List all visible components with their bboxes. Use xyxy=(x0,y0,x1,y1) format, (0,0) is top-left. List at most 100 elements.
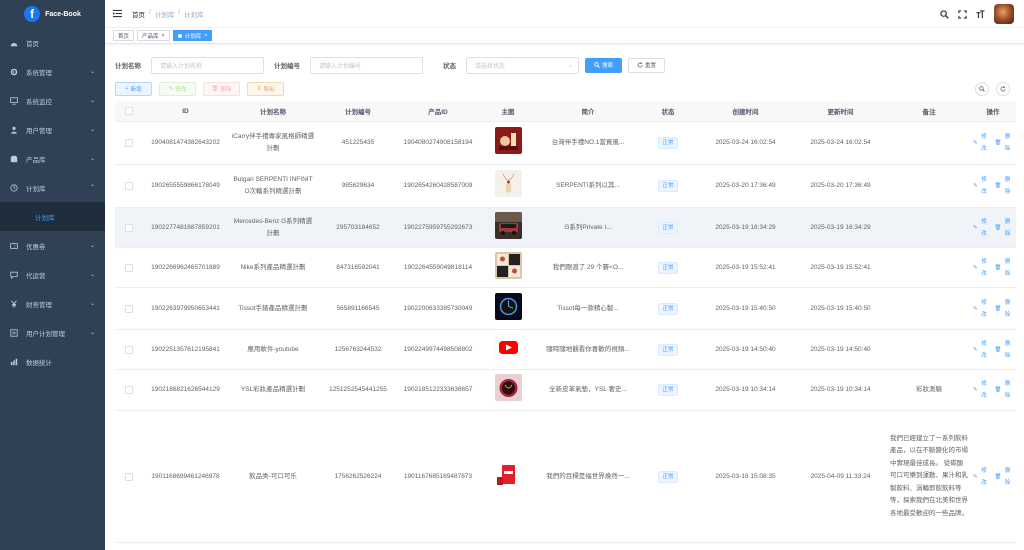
trash-icon: 🗑 xyxy=(994,264,1002,271)
plan-code-input[interactable]: 请输入计划编号 xyxy=(310,56,423,74)
add-button[interactable]: + 新增 xyxy=(115,82,152,96)
avatar[interactable] xyxy=(994,4,1014,24)
cell-main-image xyxy=(478,292,538,325)
product-thumbnail[interactable] xyxy=(481,127,535,159)
sidebar-item-ticket[interactable]: 优惠券 ⌄ xyxy=(0,231,105,260)
delete-button[interactable]: 🗑 删除 xyxy=(203,82,240,96)
select-all-checkbox[interactable] xyxy=(125,107,133,115)
table-row[interactable]: 1902251357612195841 應用軟件-youtube 125676324… xyxy=(115,330,1016,370)
cell-main-image xyxy=(478,211,538,244)
tag-view-item[interactable]: 产品库 × xyxy=(137,30,170,41)
toggle-search-button[interactable] xyxy=(975,82,989,96)
column-header-image[interactable]: 主图 xyxy=(478,106,538,116)
sidebar-item-yen[interactable]: 财务管理 ⌄ xyxy=(0,289,105,318)
cell-updated: 2025-03-19 15:40:50 xyxy=(810,304,871,312)
sidebar-item-monitor[interactable]: 系统监控 ⌄ xyxy=(0,86,105,115)
row-edit-button[interactable]: ✎ 修改 xyxy=(973,465,989,489)
status-select[interactable]: 请选择状态 ⌄ xyxy=(466,56,579,74)
row-delete-button[interactable]: 🗑 删除 xyxy=(994,378,1013,402)
sidebar-subitem-plan-library[interactable]: 计划库 xyxy=(0,202,105,231)
row-edit-button[interactable]: ✎ 修改 xyxy=(973,256,989,280)
search-icon[interactable] xyxy=(940,9,949,19)
product-thumbnail[interactable] xyxy=(481,211,535,244)
product-thumbnail[interactable] xyxy=(481,333,535,366)
product-thumbnail[interactable] xyxy=(481,374,535,406)
sidebar-item-dashboard[interactable]: 首页 xyxy=(0,28,105,57)
font-size-icon[interactable] xyxy=(976,9,985,19)
sidebar-item-clock[interactable]: 计划库 ⌃ xyxy=(0,173,105,202)
cell-intro: Tissot每一款精心製... xyxy=(557,304,619,312)
table-row[interactable]: 1902186821626544129 YSL彩妝產品精選計劃 1251252545… xyxy=(115,370,1016,411)
product-thumbnail[interactable] xyxy=(481,292,535,325)
product-thumbnail[interactable] xyxy=(481,460,535,493)
table-row[interactable]: 1901168699461246978 飲品类-可口可乐 1756262526224… xyxy=(115,411,1016,543)
brand-logo[interactable]: f Face-Book xyxy=(0,0,105,28)
table-row[interactable]: 1902263979950653441 Tissot手錶產品精選計劃 5658911… xyxy=(115,288,1016,330)
hamburger-icon[interactable] xyxy=(113,9,122,18)
edit-button[interactable]: ✎ 修改 xyxy=(159,82,196,96)
tags-view: 首页 产品库 × 计划库 × xyxy=(105,28,1024,44)
cell-remark: 我們已經建立了一系列飲料產品，以在不斷變化的市場中實現最佳成長。 從碳酸可口可樂… xyxy=(890,434,968,517)
cell-main-image xyxy=(478,127,538,159)
refresh-button[interactable] xyxy=(996,82,1010,96)
table-row[interactable]: 1902277481687859201 Mercedes-Benz G系列精選計劃… xyxy=(115,208,1016,248)
product-thumbnail[interactable] xyxy=(481,251,535,284)
row-checkbox[interactable] xyxy=(125,304,133,313)
sidebar-item-user[interactable]: 用户管理 ⌄ xyxy=(0,115,105,144)
row-delete-button[interactable]: 🗑 删除 xyxy=(994,338,1013,362)
sidebar-item-box[interactable]: 产品库 ⌄ xyxy=(0,144,105,173)
column-header-updated[interactable]: 更新时间 xyxy=(793,106,888,116)
column-header-remark[interactable]: 备注 xyxy=(888,106,970,116)
tag-view-item[interactable]: 计划库 × xyxy=(172,30,213,41)
row-delete-button[interactable]: 🗑 删除 xyxy=(994,297,1013,321)
row-edit-button[interactable]: ✎ 修改 xyxy=(973,297,989,321)
row-edit-button[interactable]: ✎ 修改 xyxy=(973,378,989,402)
row-checkbox[interactable] xyxy=(125,345,133,354)
breadcrumb-home[interactable]: 首页 xyxy=(132,9,145,19)
column-header-code[interactable]: 计划编号 xyxy=(318,106,398,116)
row-checkbox[interactable] xyxy=(125,472,133,481)
row-delete-button[interactable]: 🗑 删除 xyxy=(994,174,1013,198)
column-header-created[interactable]: 创建时间 xyxy=(698,106,793,116)
plan-name-input[interactable]: 请输入计划名称 xyxy=(151,56,264,74)
search-button[interactable]: 搜索 xyxy=(585,57,623,73)
row-edit-button[interactable]: ✎ 修改 xyxy=(973,174,989,198)
table-row[interactable]: 1902266962465701889 Nike系列產品精選計劃 847316592… xyxy=(115,248,1016,288)
column-header-intro[interactable]: 简介 xyxy=(538,106,638,116)
column-header-status[interactable]: 状态 xyxy=(638,106,698,116)
row-delete-button[interactable]: 🗑 删除 xyxy=(994,216,1013,240)
row-checkbox[interactable] xyxy=(125,182,133,190)
column-header-name[interactable]: 计划名称 xyxy=(228,106,318,116)
row-edit-button[interactable]: ✎ 修改 xyxy=(973,338,989,362)
export-button[interactable]: ↧ 导出 xyxy=(247,82,284,96)
column-header-id[interactable]: ID xyxy=(143,108,228,115)
fullscreen-icon[interactable] xyxy=(958,9,967,19)
row-delete-button[interactable]: 🗑 删除 xyxy=(994,131,1013,155)
row-checkbox[interactable] xyxy=(125,139,133,147)
column-header-product-id[interactable]: 产品ID xyxy=(398,106,478,116)
row-edit-label: 修改 xyxy=(981,467,987,486)
sidebar-item-people[interactable]: 用户计划管理 ⌄ xyxy=(0,318,105,347)
close-icon[interactable]: × xyxy=(204,33,207,39)
row-edit-button[interactable]: ✎ 修改 xyxy=(973,131,989,155)
column-header-actions[interactable]: 操作 xyxy=(970,106,1016,116)
product-thumbnail[interactable] xyxy=(481,170,535,202)
table-row[interactable]: 1902655559866178049 Bulgari SERPENTI INFI… xyxy=(115,165,1016,208)
tag-view-item[interactable]: 首页 xyxy=(113,30,135,41)
sidebar-item-gear[interactable]: 系统管理 ⌄ xyxy=(0,57,105,86)
reset-button[interactable]: 重置 xyxy=(628,57,666,73)
cell-updated: 2025-03-19 14:50:40 xyxy=(810,345,871,353)
sidebar-item-chart[interactable]: 数据统计 xyxy=(0,347,105,376)
sidebar-item-chat[interactable]: 代运营 ⌄ xyxy=(0,260,105,289)
table-row[interactable]: 1904081474382643202 iCarry伴手禮專家風格師精選計劃 451… xyxy=(115,122,1016,165)
status-badge: 正常 xyxy=(658,261,678,274)
cell-created: 2025-03-19 14:50:40 xyxy=(715,345,776,353)
row-checkbox[interactable] xyxy=(125,386,133,394)
row-checkbox[interactable] xyxy=(125,263,133,272)
row-checkbox[interactable] xyxy=(125,223,133,232)
close-icon[interactable]: × xyxy=(162,33,165,39)
row-edit-button[interactable]: ✎ 修改 xyxy=(973,216,989,240)
cell-updated: 2025-04-09 11:33:24 xyxy=(810,472,871,480)
row-delete-button[interactable]: 🗑 删除 xyxy=(994,465,1013,489)
row-delete-button[interactable]: 🗑 删除 xyxy=(994,256,1013,280)
